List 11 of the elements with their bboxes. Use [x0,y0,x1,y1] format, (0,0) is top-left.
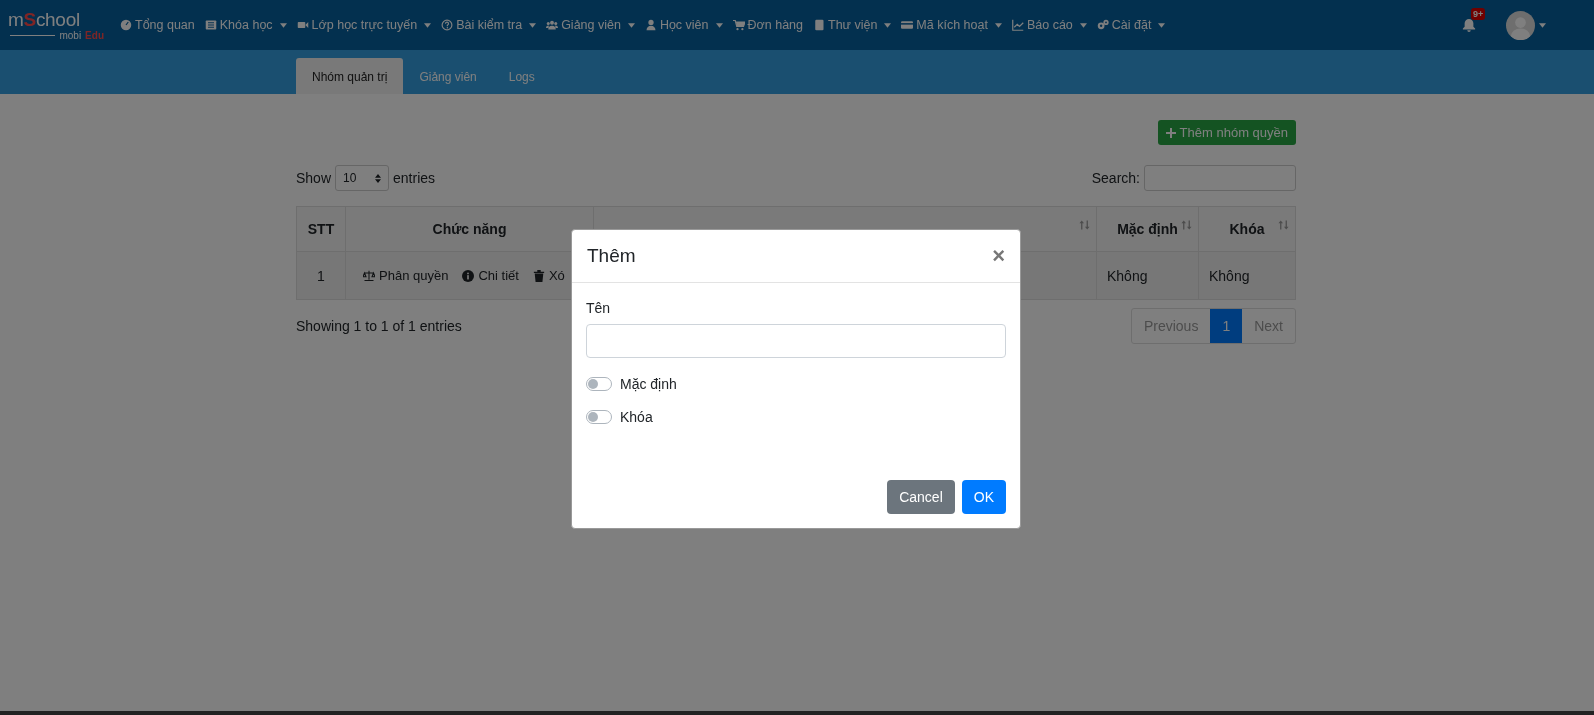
field-label: Tên [586,300,612,316]
show-label: Show [296,170,332,186]
toggle-label: Mặc định [620,376,677,392]
table-cell: 1 [296,251,346,300]
notification-badge: 9+ [1471,8,1486,20]
table-cell: Không [1198,251,1296,300]
table-info: Showing 1 to 1 of 1 entries [296,318,462,334]
search-label: Search: [1091,170,1140,186]
entries-label: entries [393,170,436,186]
toggle-label: Khóa [620,409,653,425]
table-cell: Không [1096,251,1199,300]
